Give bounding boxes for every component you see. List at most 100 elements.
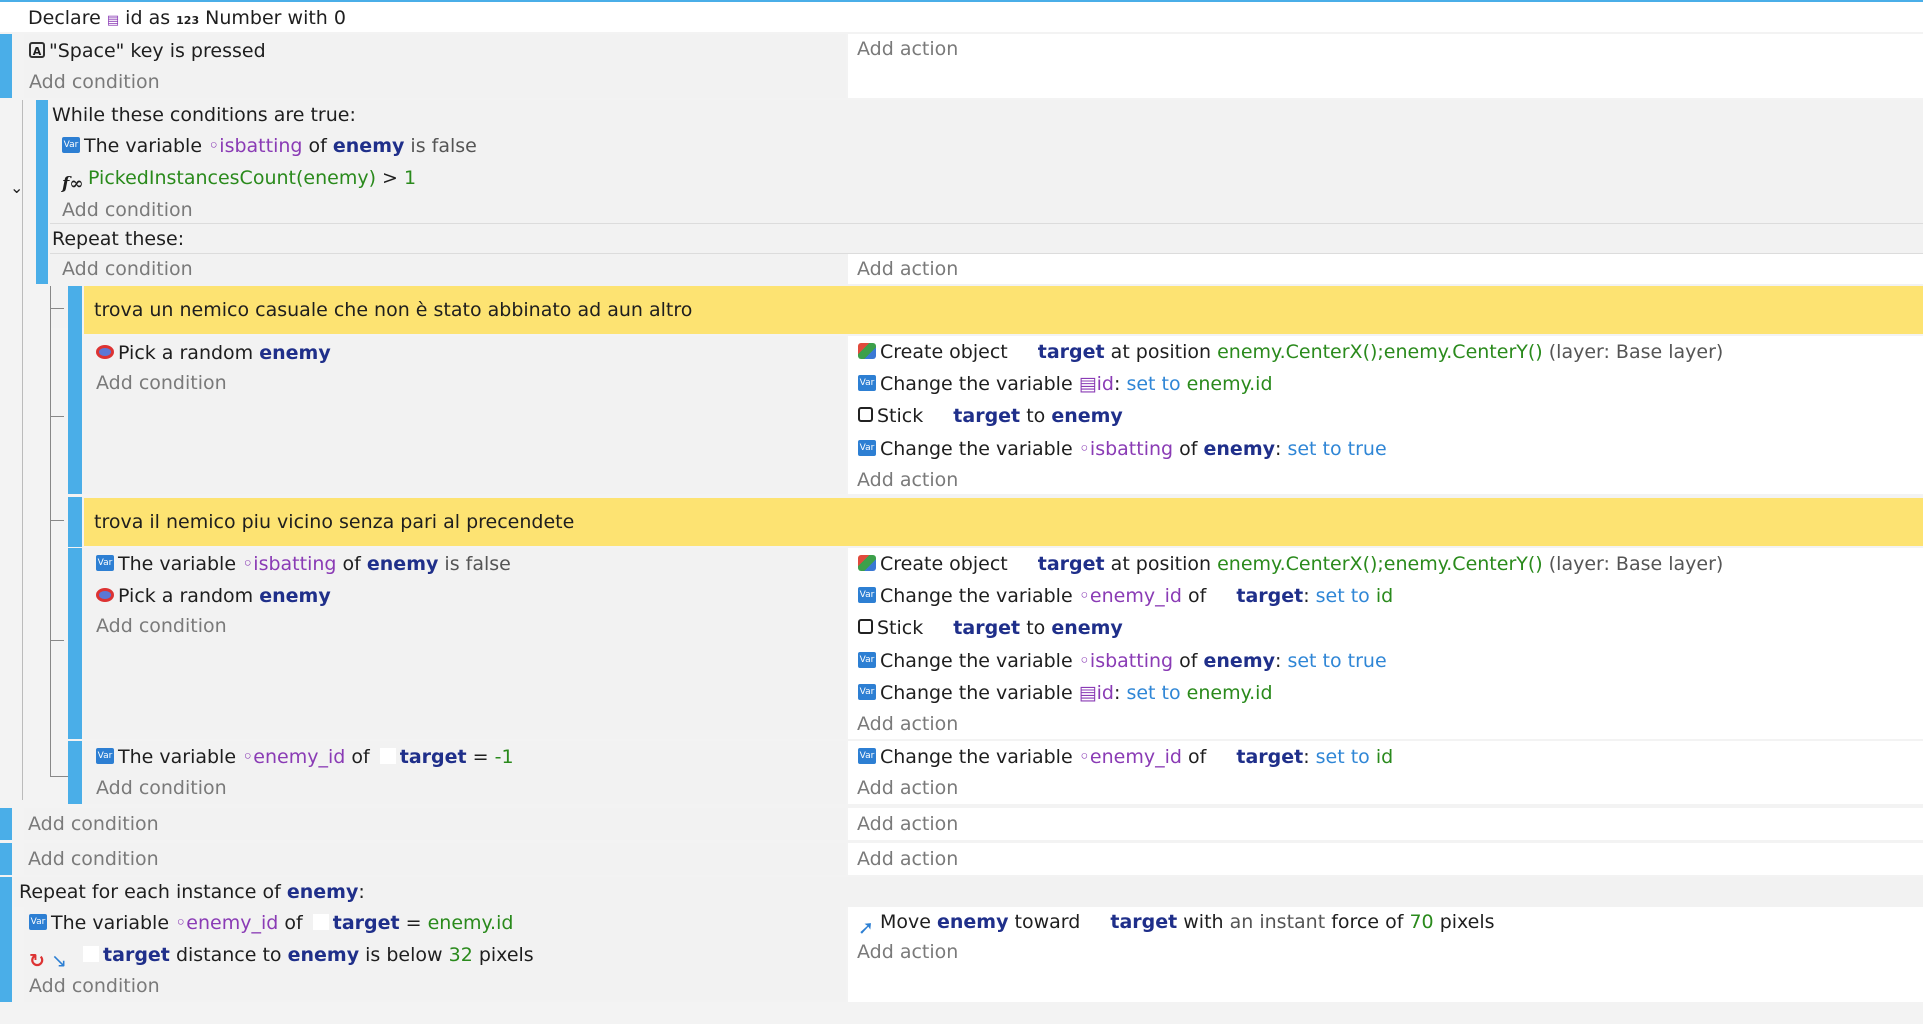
- object-name: enemy: [259, 342, 331, 364]
- sub3-conditions[interactable]: Var The variable ◦enemy_id of target = -1…: [84, 741, 846, 804]
- add-condition-link[interactable]: Add condition: [96, 773, 227, 803]
- variable-icon: Var: [858, 374, 876, 391]
- add-condition-link[interactable]: Add condition: [28, 844, 159, 874]
- action-change-variable[interactable]: Var Change the variable ▤id: set to enemy…: [858, 369, 1273, 399]
- add-action-link[interactable]: Add action: [857, 937, 958, 967]
- sub3-actions[interactable]: Var Change the variable ◦enemy_id of targ…: [848, 741, 1923, 804]
- set-op: set to true: [1287, 438, 1387, 460]
- empty-event-1-conditions[interactable]: Add condition: [24, 808, 846, 840]
- add-condition-link[interactable]: Add condition: [28, 809, 159, 839]
- object-name: target: [953, 405, 1021, 427]
- var-name: isbatting: [253, 553, 337, 575]
- sub2-condition-pick[interactable]: Pick a random enemy: [96, 581, 331, 611]
- empty-event-2-actions[interactable]: Add action: [848, 843, 1923, 875]
- action-change-variable[interactable]: Var Change the variable ◦isbatting of ene…: [858, 434, 1387, 464]
- of-text: of: [342, 553, 361, 575]
- sub3-condition-variable[interactable]: Var The variable ◦enemy_id of target = -1: [96, 742, 514, 772]
- object-thumbnail: [933, 618, 950, 635]
- empty-event-1-actions[interactable]: Add action: [848, 808, 1923, 840]
- action-change-variable[interactable]: Var Change the variable ◦enemy_id of targ…: [858, 742, 1393, 772]
- action-post: (layer: Base layer): [1548, 341, 1724, 363]
- event-bar[interactable]: [0, 808, 12, 840]
- foreach-condition-distance[interactable]: ↻ ↘ target distance to enemy is below 32 …: [29, 940, 534, 972]
- add-condition-link[interactable]: Add condition: [29, 971, 160, 1001]
- event-bar[interactable]: [68, 336, 82, 494]
- add-condition-link[interactable]: Add condition: [62, 195, 193, 225]
- event1-conditions[interactable]: A "Space" key is pressed Add condition: [24, 34, 846, 98]
- foreach-label: Repeat for each instance of: [19, 881, 281, 903]
- empty-event-2-conditions[interactable]: Add condition: [24, 843, 846, 875]
- add-condition-link[interactable]: Add condition: [29, 67, 160, 97]
- event-bar[interactable]: [0, 843, 12, 875]
- add-action-link[interactable]: Add action: [857, 773, 958, 803]
- declare-row[interactable]: Declare ▤ id as 123 Number with 0: [0, 0, 1923, 32]
- declare-type[interactable]: Number with 0: [205, 7, 346, 29]
- variable-icon: Var: [858, 747, 876, 764]
- while-actions[interactable]: Add action: [848, 254, 1923, 284]
- sub1-condition-pick[interactable]: Pick a random enemy: [96, 338, 331, 368]
- add-condition-link[interactable]: Add condition: [62, 254, 193, 284]
- action-text: Change the variable: [880, 746, 1073, 768]
- action-text: Move: [880, 911, 931, 933]
- declare-as: as: [148, 7, 171, 29]
- while-condition-1[interactable]: Var The variable ◦isbatting of enemy is f…: [62, 131, 477, 161]
- repeat-header: Repeat these:: [52, 228, 185, 250]
- chevron-down-icon[interactable]: ⌄: [10, 178, 23, 197]
- while-condition-2[interactable]: f∞ PickedInstancesCount(enemy) > 1: [62, 163, 416, 194]
- add-condition-link[interactable]: Add condition: [96, 611, 227, 641]
- operator: =: [472, 746, 489, 768]
- add-action-link[interactable]: Add action: [857, 809, 958, 839]
- action-move-toward[interactable]: ➚ Move enemy toward target with an instan…: [858, 907, 1495, 939]
- action-change-variable[interactable]: Var Change the variable ▤id: set to enemy…: [858, 678, 1273, 708]
- comment-text: trova un nemico casuale che non è stato …: [94, 299, 693, 321]
- variable-icon: Var: [858, 586, 876, 603]
- event-bar[interactable]: [68, 548, 82, 739]
- var-name: id: [1096, 373, 1114, 395]
- sub1-conditions[interactable]: Pick a random enemy Add condition: [84, 336, 846, 494]
- while-bar[interactable]: [36, 100, 48, 284]
- colon: :: [1275, 438, 1282, 460]
- operator: >: [382, 167, 398, 189]
- condition-key-pressed[interactable]: "Space" key is pressed: [49, 40, 266, 62]
- comment-2[interactable]: trova il nemico piu vicino senza pari al…: [84, 498, 1923, 546]
- comment-bar: [68, 286, 82, 336]
- action-mid: at position: [1110, 553, 1212, 575]
- sub-tree-line: [50, 286, 51, 776]
- action-change-variable[interactable]: Var Change the variable ◦enemy_id of targ…: [858, 581, 1393, 611]
- object-name: enemy: [1051, 405, 1123, 427]
- add-condition-link[interactable]: Add condition: [96, 368, 227, 398]
- set-op: set to: [1315, 585, 1370, 607]
- foreach-actions[interactable]: ➚ Move enemy toward target with an instan…: [848, 907, 1923, 1002]
- value: id: [1375, 585, 1394, 607]
- action-stick[interactable]: Stick target to enemy: [858, 613, 1123, 643]
- event1-actions[interactable]: Add action: [848, 34, 1923, 98]
- action-create-object[interactable]: Create object target at position enemy.C…: [858, 337, 1723, 367]
- foreach-condition-variable[interactable]: Var The variable ◦enemy_id of target = en…: [29, 908, 513, 938]
- object-name: enemy: [1051, 617, 1123, 639]
- comment-1[interactable]: trova un nemico casuale che non è stato …: [84, 286, 1923, 334]
- add-action-link[interactable]: Add action: [857, 465, 958, 495]
- arrow-icon: ↘: [51, 949, 67, 972]
- add-action-link[interactable]: Add action: [857, 34, 958, 64]
- sub2-condition-variable[interactable]: Var The variable ◦isbatting of enemy is f…: [96, 549, 511, 579]
- foreach-bar[interactable]: [0, 877, 12, 1002]
- action-text: Change the variable: [880, 682, 1073, 704]
- add-action-link[interactable]: Add action: [857, 709, 958, 739]
- action-stick[interactable]: Stick target to enemy: [858, 401, 1123, 431]
- event-bar[interactable]: [68, 741, 82, 804]
- comment-text: trova il nemico piu vicino senza pari al…: [94, 511, 575, 533]
- action-change-variable[interactable]: Var Change the variable ◦isbatting of ene…: [858, 646, 1387, 676]
- sub2-actions[interactable]: Create object target at position enemy.C…: [848, 548, 1923, 739]
- action-create-object[interactable]: Create object target at position enemy.C…: [858, 549, 1723, 579]
- event-bar[interactable]: [0, 34, 12, 98]
- sub1-actions[interactable]: Create object target at position enemy.C…: [848, 336, 1923, 494]
- sub2-conditions[interactable]: Var The variable ◦isbatting of enemy is f…: [84, 548, 846, 739]
- add-action-link[interactable]: Add action: [857, 254, 958, 284]
- foreach-header[interactable]: Repeat for each instance of enemy:: [14, 877, 1923, 907]
- declare-var[interactable]: id: [125, 7, 142, 29]
- add-action-link[interactable]: Add action: [857, 844, 958, 874]
- cond-post: is false: [410, 135, 477, 157]
- cond-text: The variable: [51, 912, 170, 934]
- foreach-conditions[interactable]: Var The variable ◦enemy_id of target = en…: [24, 907, 846, 1002]
- object-name: enemy: [259, 585, 331, 607]
